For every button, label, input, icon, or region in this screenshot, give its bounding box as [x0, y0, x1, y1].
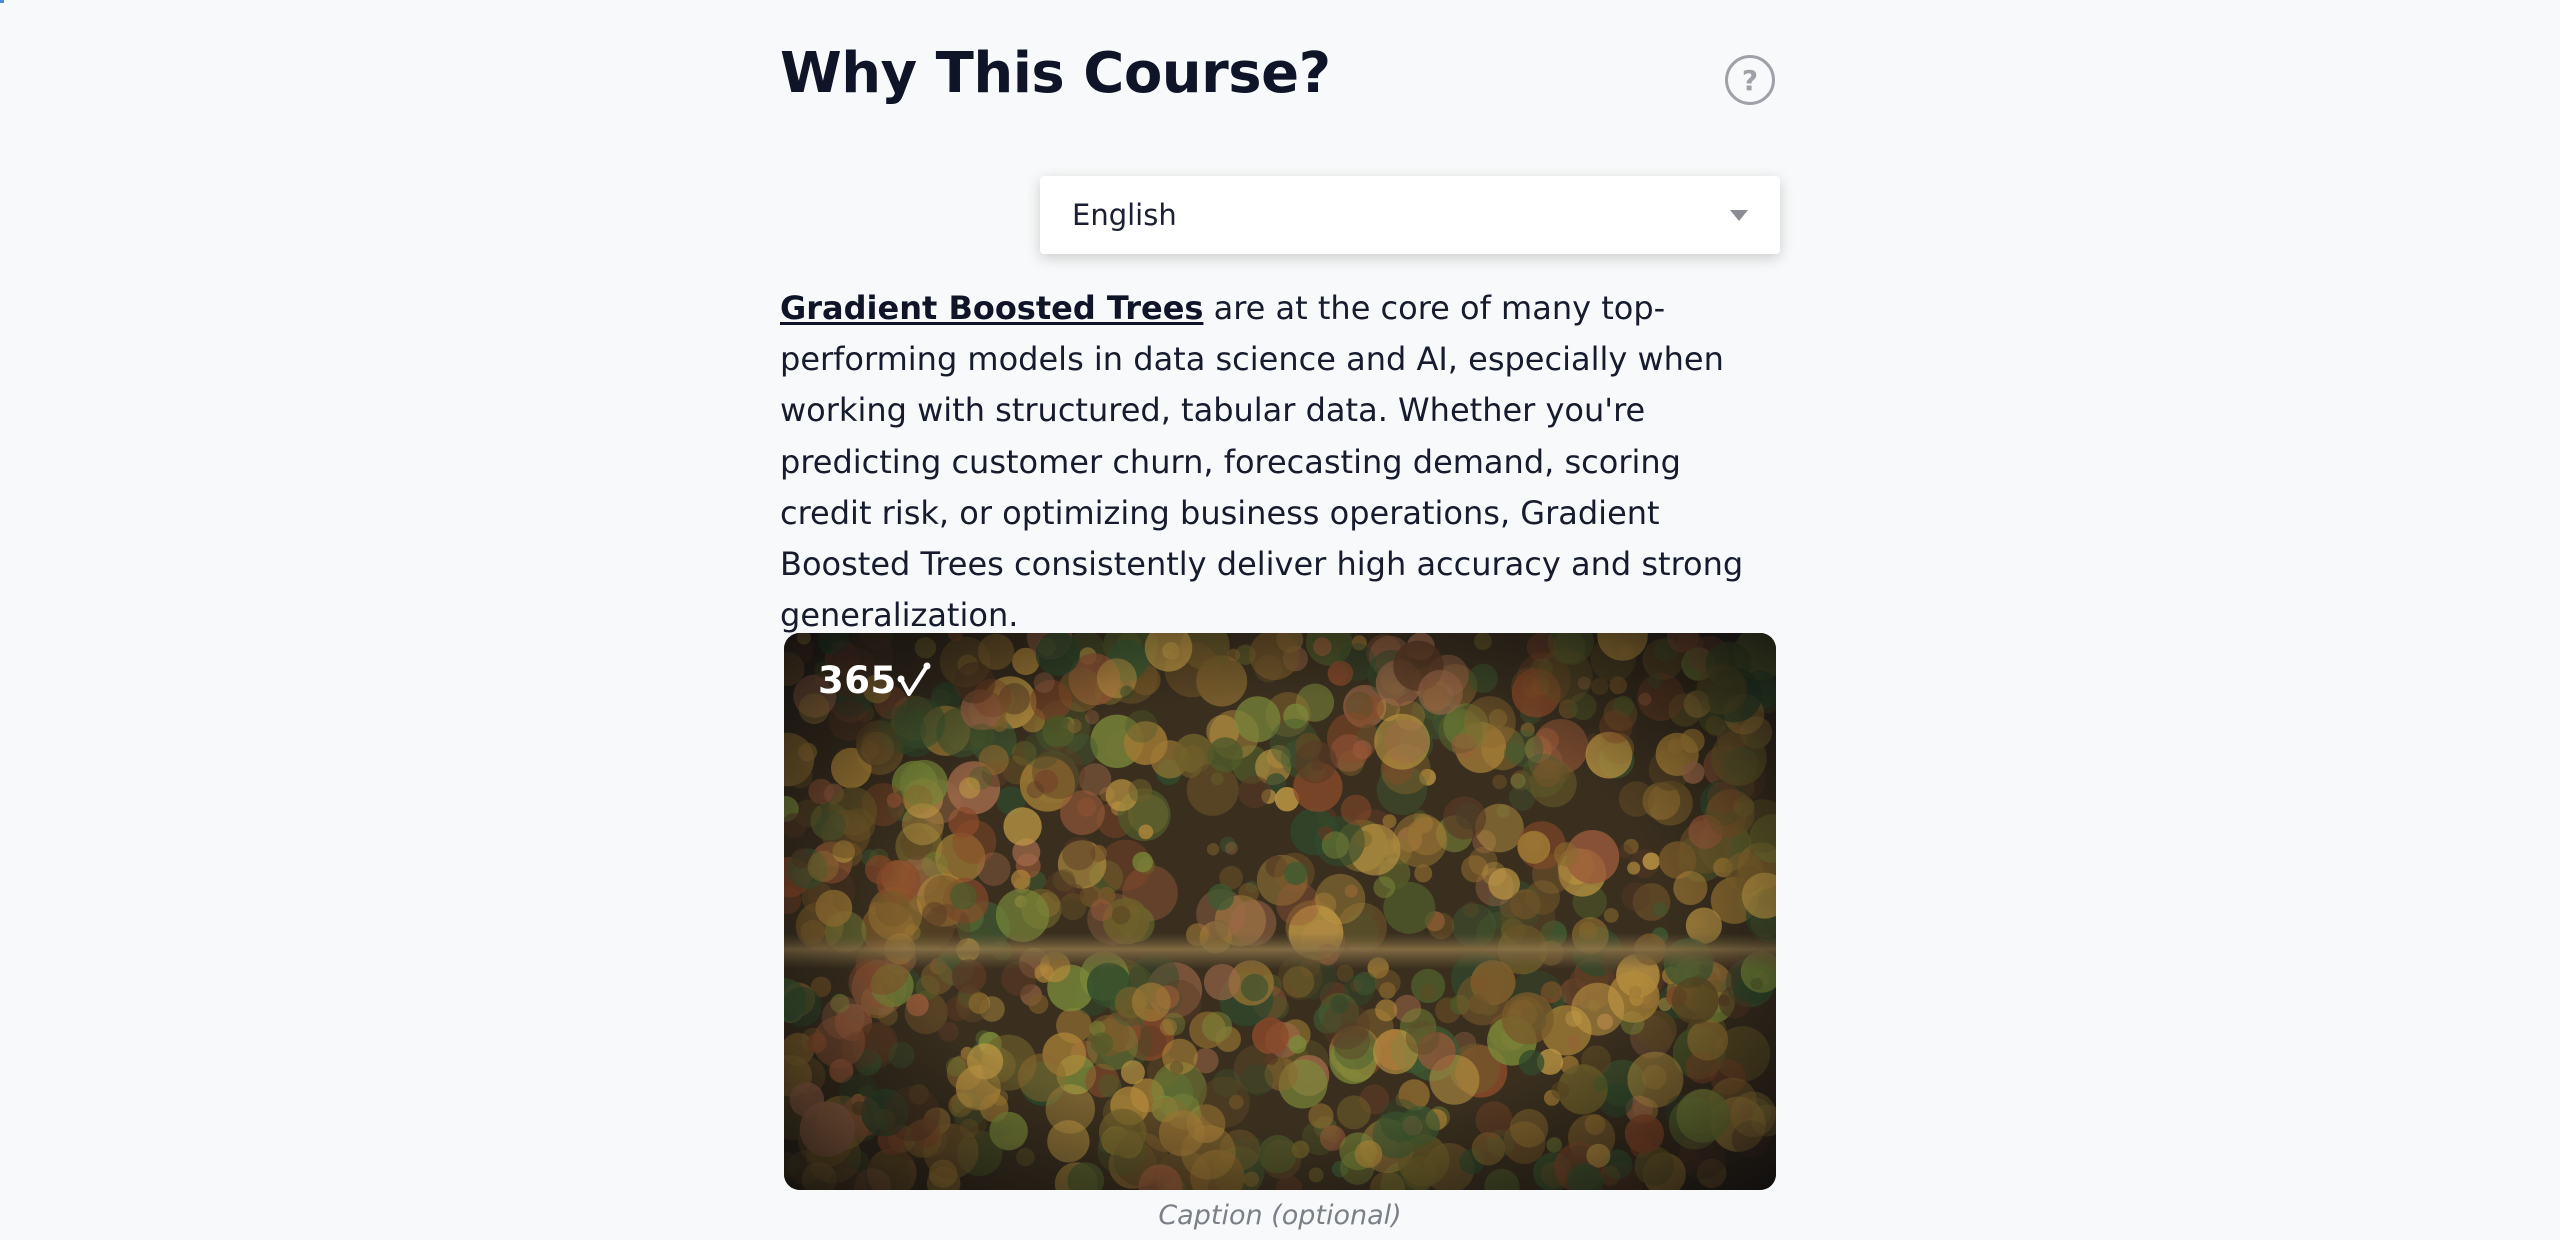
aerial-forest-image: 365	[784, 633, 1776, 1190]
intro-paragraph: Gradient Boosted Trees are at the core o…	[780, 283, 1780, 641]
page-title: Why This Course?	[780, 41, 1331, 106]
help-button[interactable]: ?	[1725, 55, 1775, 105]
brand-check-icon	[897, 662, 931, 696]
language-select[interactable]: English	[1040, 176, 1780, 254]
language-select-value: English	[1072, 198, 1177, 232]
intro-body-text: are at the core of many top-performing m…	[780, 289, 1744, 635]
forest-illustration	[784, 633, 1776, 1190]
help-circle-icon: ?	[1741, 63, 1759, 97]
focus-marker	[0, 0, 4, 3]
caret-down-icon	[1730, 209, 1748, 221]
image-caption: Caption (optional)	[1158, 1200, 1402, 1231]
page: Why This Course? ? English Gradient Boos…	[0, 0, 2560, 1240]
gradient-boosted-trees-link[interactable]: Gradient Boosted Trees	[780, 289, 1203, 327]
brand-logo-text: 365	[818, 659, 897, 702]
brand-logo: 365	[818, 661, 933, 701]
